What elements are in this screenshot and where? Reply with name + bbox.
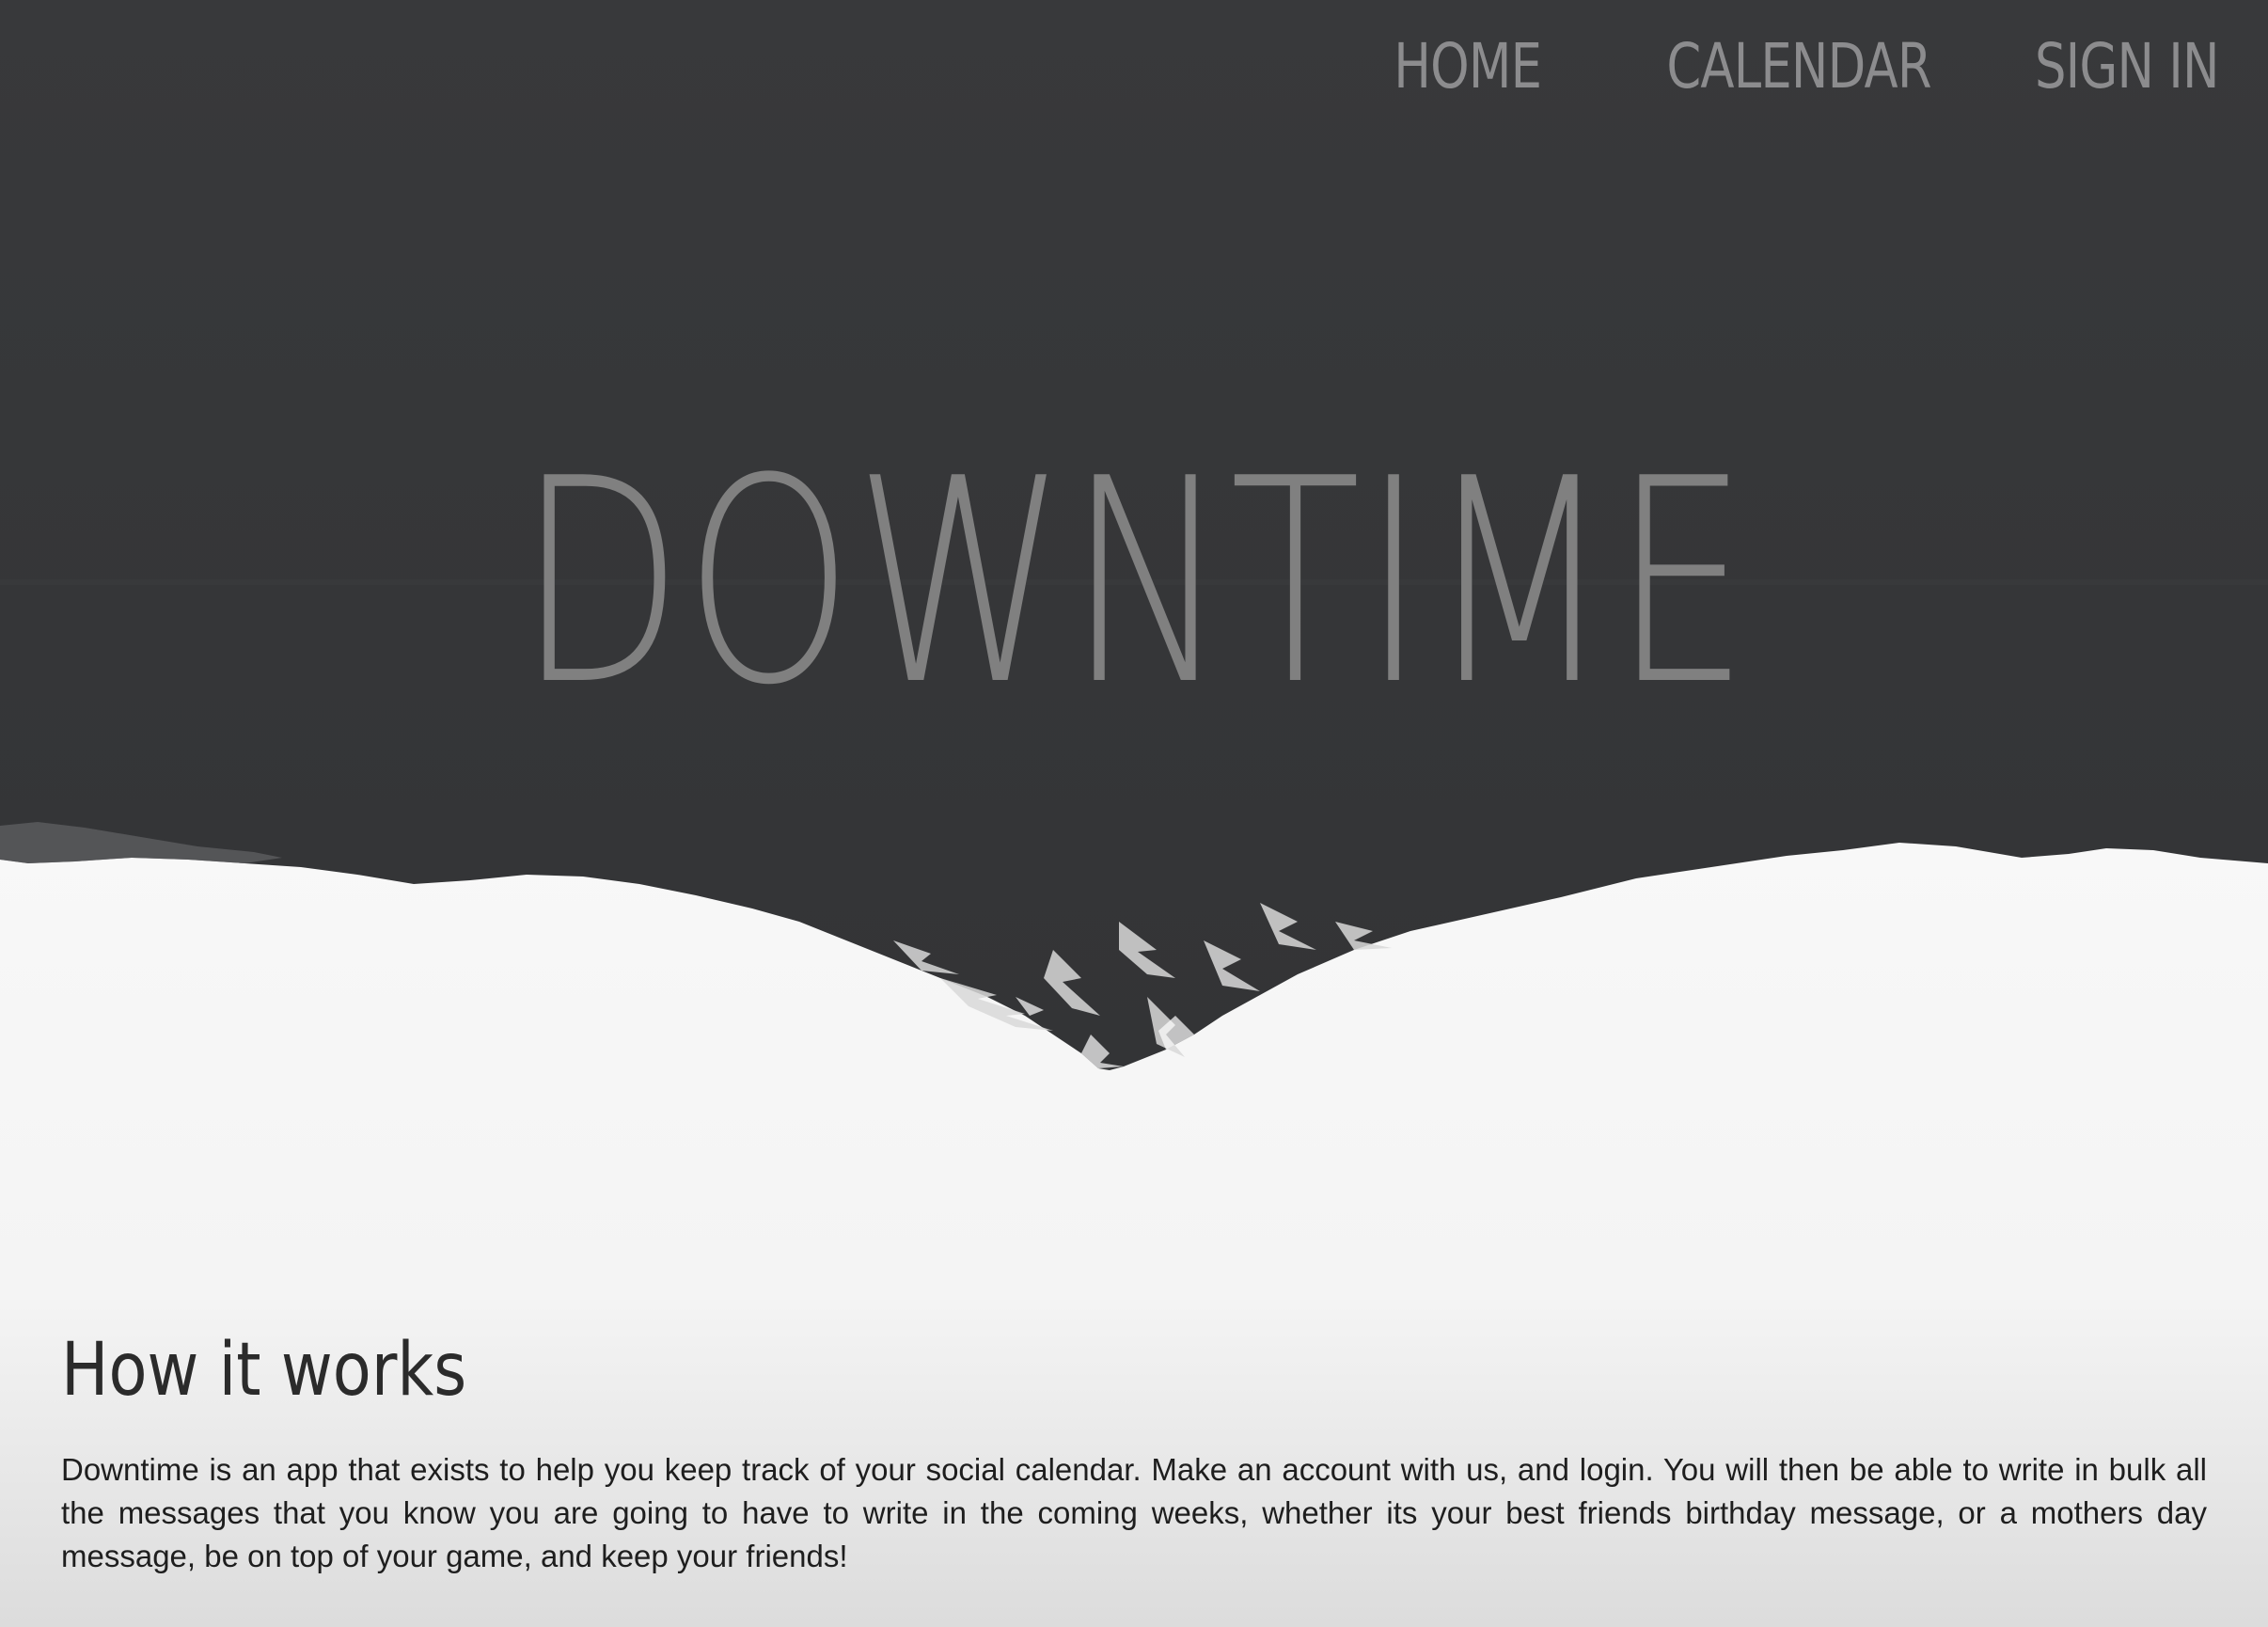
- how-it-works-section: How it works Downtime is an app that exi…: [61, 1334, 2207, 1578]
- top-navigation: HOME CALENDAR SIGN IN: [1357, 36, 2220, 98]
- nav-home-link[interactable]: HOME: [1394, 36, 1543, 98]
- nav-calendar-link[interactable]: CALENDAR: [1666, 36, 1931, 98]
- landing-page: HOME CALENDAR SIGN IN DOWNTIME How it wo…: [0, 0, 2268, 1627]
- how-it-works-heading: How it works: [61, 1328, 467, 1413]
- nav-sign-in-link[interactable]: SIGN IN: [2035, 36, 2220, 98]
- hero-title: DOWNTIME: [517, 419, 1751, 747]
- how-it-works-description: Downtime is an app that exists to help y…: [61, 1452, 2207, 1573]
